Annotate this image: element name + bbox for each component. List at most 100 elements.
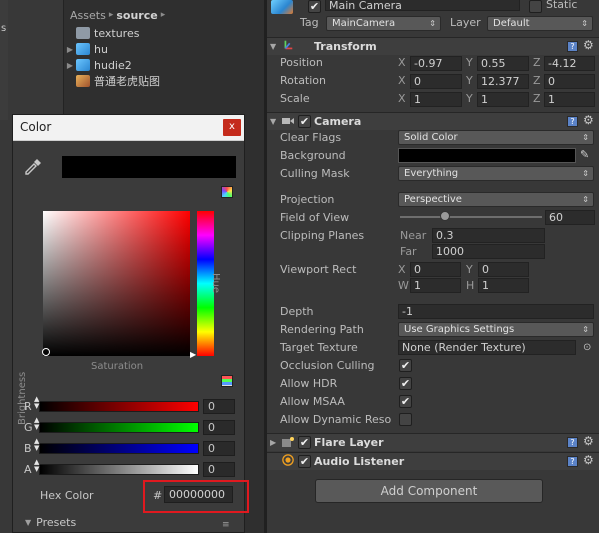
near-label[interactable]: Near	[400, 229, 426, 242]
slider-thumb-icon[interactable]: ▲ ▼	[34, 459, 39, 473]
rotation-x-field[interactable]: 0	[410, 74, 462, 89]
expand-arrow-icon[interactable]: ▶	[64, 61, 76, 70]
occlusion-culling-checkbox[interactable]: ✔	[399, 359, 412, 372]
axis-x-label[interactable]: X	[398, 92, 406, 105]
far-clip-field[interactable]: 1000	[432, 244, 545, 259]
alpha-slider[interactable]	[39, 464, 199, 475]
field-of-view-slider-thumb[interactable]	[440, 211, 450, 221]
asset-item-hu[interactable]: ▶ hu	[64, 41, 108, 57]
hue-marker-icon[interactable]: ▶	[190, 350, 196, 359]
viewport-x-field[interactable]: 0	[410, 262, 461, 277]
axis-y-label[interactable]: Y	[466, 74, 473, 87]
help-icon[interactable]: ?	[567, 116, 578, 127]
projection-dropdown[interactable]: Perspective ⇕	[398, 192, 594, 207]
alpha-value-field[interactable]: 0	[203, 462, 235, 477]
breadcrumb-source[interactable]: source	[116, 9, 157, 22]
gear-icon[interactable]: ⚙	[583, 38, 594, 52]
slider-thumb-icon[interactable]: ▲ ▼	[34, 438, 39, 452]
inspector-panel: ✔ Main Camera Static Tag MainCamera ⇕ Lay…	[267, 0, 599, 533]
depth-field[interactable]: -1	[398, 304, 594, 319]
gear-icon[interactable]: ⚙	[583, 453, 594, 467]
culling-mask-dropdown[interactable]: Everything ⇕	[398, 166, 594, 181]
rendering-path-dropdown[interactable]: Use Graphics Settings ⇕	[398, 322, 594, 337]
axis-w-label[interactable]: W	[398, 279, 409, 292]
color-mode-icon[interactable]	[221, 186, 233, 198]
expand-arrow-icon[interactable]: ▶	[64, 45, 76, 54]
allow-msaa-checkbox[interactable]: ✔	[399, 395, 412, 408]
object-picker-icon[interactable]: ⊙	[583, 342, 591, 353]
help-icon[interactable]: ?	[567, 41, 578, 52]
allow-hdr-checkbox[interactable]: ✔	[399, 377, 412, 390]
field-of-view-slider[interactable]	[400, 216, 542, 218]
position-z-field[interactable]: -4.12	[544, 56, 595, 71]
axis-z-label[interactable]: Z	[533, 92, 541, 105]
flare-layer-enabled-checkbox[interactable]: ✔	[298, 436, 311, 449]
color-picker-titlebar[interactable]: Color x	[13, 115, 244, 141]
presets-menu-icon[interactable]: ≡	[222, 520, 230, 530]
asset-item-textures[interactable]: textures	[64, 25, 139, 41]
background-color-field[interactable]	[398, 148, 576, 163]
gear-icon[interactable]: ⚙	[583, 113, 594, 127]
slider-mode-icon[interactable]	[221, 375, 233, 387]
active-checkbox[interactable]: ✔	[308, 0, 321, 13]
eyedropper-icon[interactable]: ✎	[580, 148, 589, 161]
flare-layer-header[interactable]: ▶ ✔ Flare Layer ? ⚙	[267, 433, 599, 451]
field-of-view-field[interactable]: 60	[545, 210, 595, 225]
red-slider[interactable]	[39, 401, 199, 412]
asset-item-tiger-texture[interactable]: 普通老虎贴图	[64, 73, 160, 89]
blue-value-field[interactable]: 0	[203, 441, 235, 456]
close-button[interactable]: x	[223, 119, 241, 136]
axis-z-label[interactable]: Z	[533, 56, 541, 69]
hex-color-field[interactable]: 00000000	[164, 486, 233, 503]
add-component-button[interactable]: Add Component	[315, 479, 543, 503]
clear-flags-dropdown[interactable]: Solid Color ⇕	[398, 130, 594, 145]
red-value-field[interactable]: 0	[203, 399, 235, 414]
far-label[interactable]: Far	[400, 245, 417, 258]
near-clip-field[interactable]: 0.3	[432, 228, 545, 243]
axis-x-label[interactable]: X	[398, 263, 406, 276]
axis-y-label[interactable]: Y	[466, 263, 473, 276]
axis-y-label[interactable]: Y	[466, 56, 473, 69]
target-texture-field[interactable]: None (Render Texture)	[398, 340, 576, 355]
transform-header[interactable]: ▼ Transform ? ⚙	[267, 37, 599, 55]
viewport-h-field[interactable]: 1	[478, 278, 529, 293]
green-slider[interactable]	[39, 422, 199, 433]
scale-x-field[interactable]: 1	[410, 92, 462, 107]
camera-header[interactable]: ▼ ✔ Camera ? ⚙	[267, 112, 599, 130]
camera-enabled-checkbox[interactable]: ✔	[298, 115, 311, 128]
audio-listener-header[interactable]: ✔ Audio Listener ? ⚙	[267, 452, 599, 470]
tag-dropdown[interactable]: MainCamera ⇕	[326, 16, 441, 31]
scale-y-field[interactable]: 1	[477, 92, 529, 107]
breadcrumb-assets[interactable]: Assets	[70, 9, 106, 22]
saturation-brightness-box[interactable]	[43, 211, 190, 356]
eyedropper-icon[interactable]	[23, 157, 43, 177]
saturation-brightness-handle[interactable]	[42, 348, 50, 356]
axis-y-label[interactable]: Y	[466, 92, 473, 105]
slider-thumb-icon[interactable]: ▲ ▼	[34, 417, 39, 431]
layer-dropdown[interactable]: Default ⇕	[487, 16, 593, 31]
static-checkbox[interactable]	[529, 0, 542, 13]
help-icon[interactable]: ?	[567, 456, 578, 467]
help-icon[interactable]: ?	[567, 437, 578, 448]
blue-slider[interactable]	[39, 443, 199, 454]
axis-x-label[interactable]: X	[398, 56, 406, 69]
viewport-w-field[interactable]: 1	[410, 278, 461, 293]
gear-icon[interactable]: ⚙	[583, 434, 594, 448]
scale-z-field[interactable]: 1	[544, 92, 595, 107]
green-value-field[interactable]: 0	[203, 420, 235, 435]
axis-x-label[interactable]: X	[398, 74, 406, 87]
asset-item-label: textures	[94, 26, 140, 40]
axis-z-label[interactable]: Z	[533, 74, 541, 87]
position-y-field[interactable]: 0.55	[477, 56, 529, 71]
axis-h-label[interactable]: H	[466, 279, 474, 292]
presets-foldout[interactable]: ▼ Presets	[25, 516, 76, 529]
position-x-field[interactable]: -0.97	[410, 56, 462, 71]
audio-listener-enabled-checkbox[interactable]: ✔	[298, 455, 311, 468]
gameobject-name-field[interactable]: Main Camera	[325, 0, 520, 11]
rotation-y-field[interactable]: 12.377	[477, 74, 529, 89]
allow-dynamic-resolution-checkbox[interactable]	[399, 413, 412, 426]
viewport-y-field[interactable]: 0	[478, 262, 529, 277]
slider-thumb-icon[interactable]: ▲ ▼	[34, 396, 39, 410]
rotation-z-field[interactable]: 0	[544, 74, 595, 89]
asset-item-hudie2[interactable]: ▶ hudie2	[64, 57, 132, 73]
